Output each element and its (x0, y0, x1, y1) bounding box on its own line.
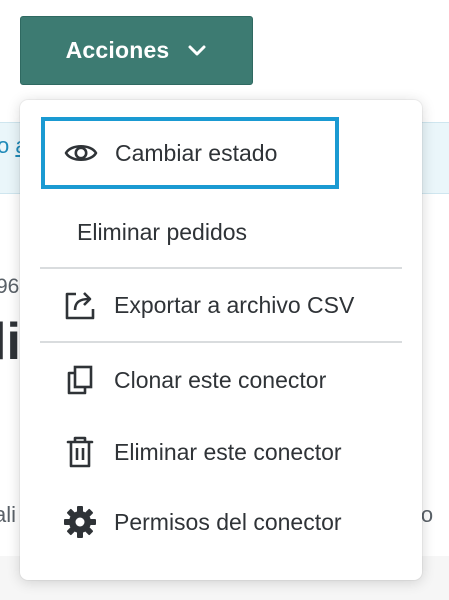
menu-item-label: Clonar este conector (114, 366, 327, 393)
menu-item-label: Exportar a archivo CSV (114, 291, 355, 318)
trash-icon (62, 434, 98, 470)
actions-button-label: Acciones (65, 37, 170, 63)
menu-item-label: Cambiar estado (115, 139, 278, 166)
tab-left[interactable]: ali (0, 502, 16, 528)
menu-divider (40, 341, 402, 343)
menu-item-clonar-conector[interactable]: Clonar este conector (40, 350, 402, 410)
chevron-down-icon (187, 44, 207, 58)
clone-icon (62, 362, 98, 398)
eye-icon (63, 135, 99, 171)
actions-menu: Cambiar estado Eliminar pedidos Exportar… (20, 100, 422, 580)
actions-button[interactable]: Acciones (20, 16, 253, 85)
record-id: 96 (0, 275, 20, 298)
menu-item-label: Eliminar pedidos (77, 218, 248, 245)
menu-divider (40, 267, 402, 269)
export-icon (62, 287, 98, 323)
menu-item-eliminar-conector[interactable]: Eliminar este conector (40, 422, 402, 482)
menu-item-permisos-conector[interactable]: Permisos del conector (40, 492, 402, 552)
menu-item-exportar-csv[interactable]: Exportar a archivo CSV (40, 275, 402, 335)
menu-item-label: Eliminar este conector (114, 438, 342, 465)
menu-item-label: Permisos del conector (114, 508, 342, 535)
menu-item-eliminar-pedidos[interactable]: Eliminar pedidos (40, 202, 402, 262)
page-title: li (0, 313, 21, 371)
gear-icon (62, 504, 98, 540)
menu-item-cambiar-estado[interactable]: Cambiar estado (41, 117, 339, 189)
